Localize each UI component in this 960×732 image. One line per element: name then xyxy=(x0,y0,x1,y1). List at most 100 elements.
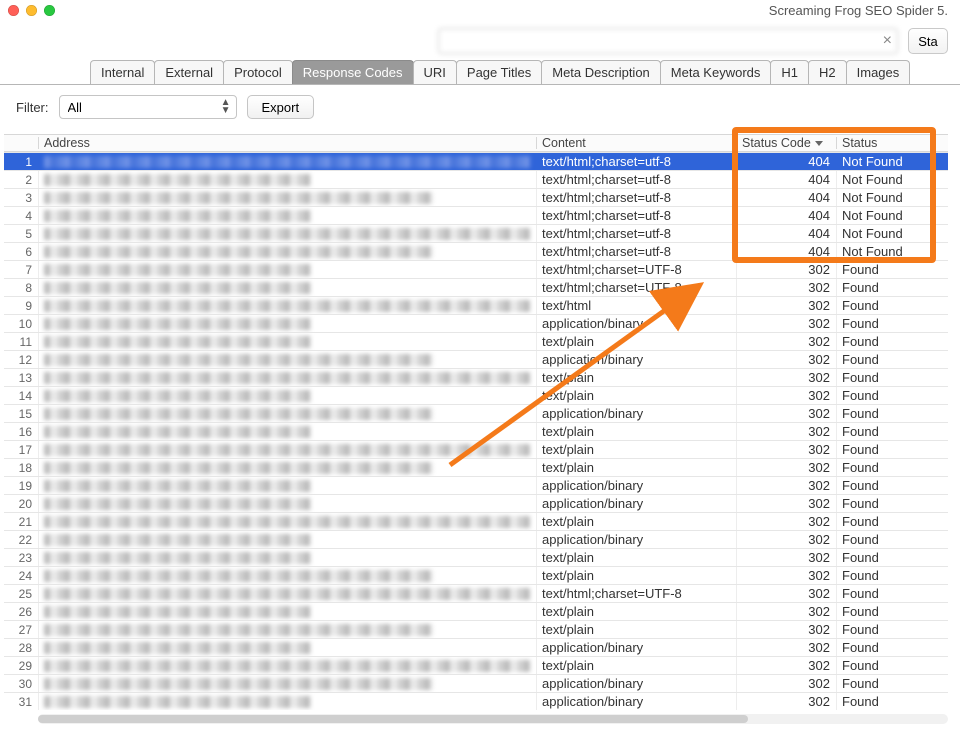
cell-content: text/html;charset=utf-8 xyxy=(536,188,736,206)
cell-address xyxy=(38,620,536,638)
start-button[interactable]: Sta xyxy=(908,28,948,54)
table-row[interactable]: 9text/html302Found xyxy=(4,296,948,314)
cell-rownum: 3 xyxy=(4,188,38,206)
tab-response-codes[interactable]: Response Codes xyxy=(292,60,414,84)
cell-status-code: 302 xyxy=(736,602,836,620)
table-row[interactable]: 29text/plain302Found xyxy=(4,656,948,674)
cell-address xyxy=(38,278,536,296)
cell-status-code: 404 xyxy=(736,224,836,242)
tab-page-titles[interactable]: Page Titles xyxy=(456,60,542,84)
cell-status: Found xyxy=(836,656,948,674)
cell-status-code: 302 xyxy=(736,512,836,530)
table-row[interactable]: 7text/html;charset=UTF-8302Found xyxy=(4,260,948,278)
cell-rownum: 22 xyxy=(4,530,38,548)
table-row[interactable]: 31application/binary302Found xyxy=(4,692,948,710)
cell-status: Found xyxy=(836,296,948,314)
cell-status-code: 302 xyxy=(736,656,836,674)
cell-rownum: 2 xyxy=(4,170,38,188)
cell-content: text/html xyxy=(536,296,736,314)
url-input[interactable] xyxy=(438,28,898,54)
minimize-icon[interactable] xyxy=(26,5,37,16)
table-row[interactable]: 19application/binary302Found xyxy=(4,476,948,494)
cell-address xyxy=(38,224,536,242)
table-row[interactable]: 14text/plain302Found xyxy=(4,386,948,404)
cell-status-code: 404 xyxy=(736,206,836,224)
cell-status-code: 302 xyxy=(736,260,836,278)
cell-rownum: 17 xyxy=(4,440,38,458)
tab-uri[interactable]: URI xyxy=(413,60,457,84)
cell-status: Found xyxy=(836,350,948,368)
cell-status-code: 302 xyxy=(736,674,836,692)
cell-status-code: 302 xyxy=(736,458,836,476)
tab-external[interactable]: External xyxy=(154,60,224,84)
tab-meta-keywords[interactable]: Meta Keywords xyxy=(660,60,772,84)
table-row[interactable]: 30application/binary302Found xyxy=(4,674,948,692)
tab-internal[interactable]: Internal xyxy=(90,60,155,84)
table-row[interactable]: 21text/plain302Found xyxy=(4,512,948,530)
table-row[interactable]: 26text/plain302Found xyxy=(4,602,948,620)
filter-row: Filter: All ▲▼ Export xyxy=(0,85,960,127)
table-row[interactable]: 18text/plain302Found xyxy=(4,458,948,476)
table-row[interactable]: 15application/binary302Found xyxy=(4,404,948,422)
cell-status-code: 302 xyxy=(736,350,836,368)
table-row[interactable]: 28application/binary302Found xyxy=(4,638,948,656)
table-row[interactable]: 17text/plain302Found xyxy=(4,440,948,458)
table-row[interactable]: 8text/html;charset=UTF-8302Found xyxy=(4,278,948,296)
cell-rownum: 16 xyxy=(4,422,38,440)
col-status-code[interactable]: Status Code xyxy=(736,134,836,152)
col-content[interactable]: Content xyxy=(536,134,736,152)
table-row[interactable]: 1text/html;charset=utf-8404Not Found xyxy=(4,152,948,170)
cell-rownum: 8 xyxy=(4,278,38,296)
table-row[interactable]: 5text/html;charset=utf-8404Not Found xyxy=(4,224,948,242)
cell-status: Found xyxy=(836,260,948,278)
cell-rownum: 25 xyxy=(4,584,38,602)
col-status[interactable]: Status xyxy=(836,134,948,152)
cell-content: text/html;charset=UTF-8 xyxy=(536,260,736,278)
table-row[interactable]: 4text/html;charset=utf-8404Not Found xyxy=(4,206,948,224)
table-row[interactable]: 22application/binary302Found xyxy=(4,530,948,548)
table-row[interactable]: 6text/html;charset=utf-8404Not Found xyxy=(4,242,948,260)
cell-address xyxy=(38,602,536,620)
table-row[interactable]: 27text/plain302Found xyxy=(4,620,948,638)
cell-content: application/binary xyxy=(536,692,736,710)
tab-h2[interactable]: H2 xyxy=(808,60,847,84)
table-row[interactable]: 2text/html;charset=utf-8404Not Found xyxy=(4,170,948,188)
tab-protocol[interactable]: Protocol xyxy=(223,60,293,84)
filter-select[interactable]: All xyxy=(59,95,237,119)
table-row[interactable]: 24text/plain302Found xyxy=(4,566,948,584)
export-button[interactable]: Export xyxy=(247,95,315,119)
table-row[interactable]: 23text/plain302Found xyxy=(4,548,948,566)
table-row[interactable]: 11text/plain302Found xyxy=(4,332,948,350)
table-row[interactable]: 20application/binary302Found xyxy=(4,494,948,512)
clear-icon[interactable]: × xyxy=(883,32,892,50)
cell-status-code: 302 xyxy=(736,566,836,584)
table-row[interactable]: 13text/plain302Found xyxy=(4,368,948,386)
cell-status: Found xyxy=(836,620,948,638)
tab-meta-description[interactable]: Meta Description xyxy=(541,60,661,84)
cell-status: Found xyxy=(836,512,948,530)
table-row[interactable]: 25text/html;charset=UTF-8302Found xyxy=(4,584,948,602)
cell-rownum: 6 xyxy=(4,242,38,260)
cell-content: text/html;charset=UTF-8 xyxy=(536,584,736,602)
cell-address xyxy=(38,350,536,368)
cell-address xyxy=(38,152,536,170)
cell-status: Found xyxy=(836,368,948,386)
cell-content: text/plain xyxy=(536,620,736,638)
col-address[interactable]: Address xyxy=(38,134,536,152)
table-row[interactable]: 10application/binary302Found xyxy=(4,314,948,332)
cell-status-code: 302 xyxy=(736,314,836,332)
cell-status-code: 302 xyxy=(736,494,836,512)
tab-images[interactable]: Images xyxy=(846,60,911,84)
table-row[interactable]: 16text/plain302Found xyxy=(4,422,948,440)
cell-address xyxy=(38,494,536,512)
table-row[interactable]: 3text/html;charset=utf-8404Not Found xyxy=(4,188,948,206)
maximize-icon[interactable] xyxy=(44,5,55,16)
cell-content: text/html;charset=utf-8 xyxy=(536,242,736,260)
filter-select-wrap: All ▲▼ xyxy=(59,95,237,119)
table-row[interactable]: 12application/binary302Found xyxy=(4,350,948,368)
horizontal-scrollbar[interactable] xyxy=(38,714,948,724)
col-rownum[interactable] xyxy=(4,134,38,152)
close-icon[interactable] xyxy=(8,5,19,16)
tab-h1[interactable]: H1 xyxy=(770,60,809,84)
window-title: Screaming Frog SEO Spider 5. xyxy=(55,3,952,18)
